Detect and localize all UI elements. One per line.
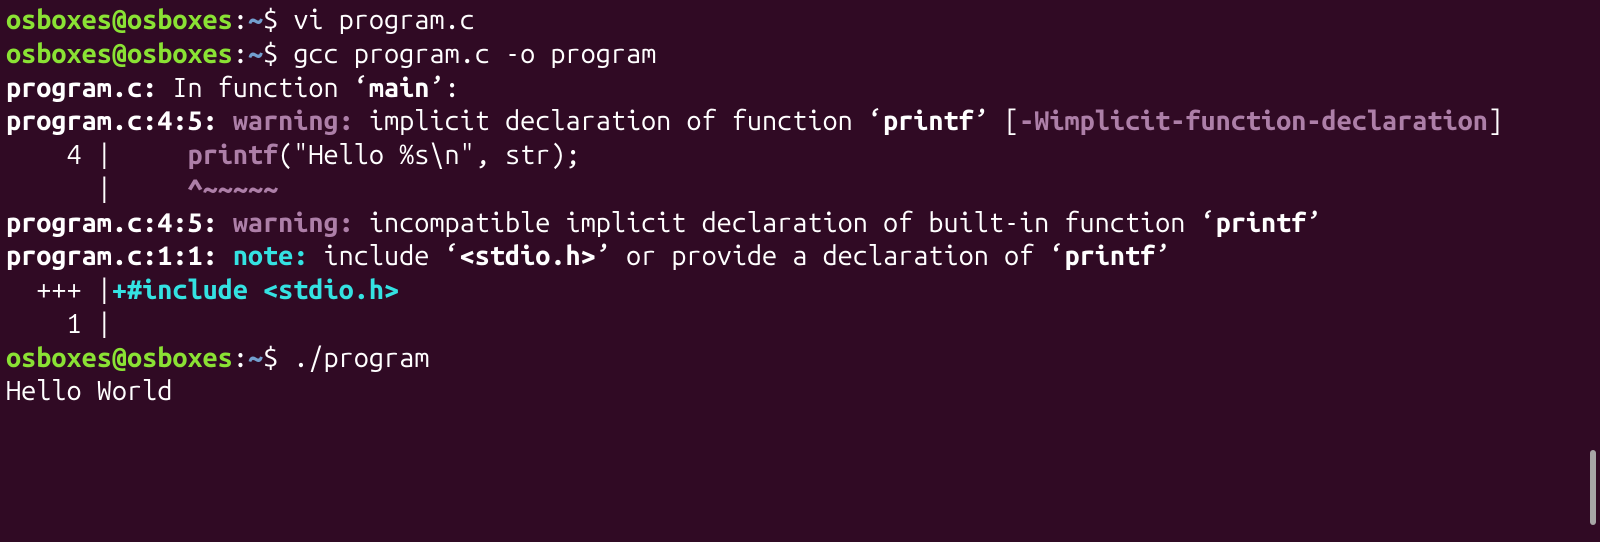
plain-text: include [308,241,444,271]
code-context: 4 | [6,140,187,170]
code-context: 1 | [6,309,112,339]
gcc-output-line: 1 | [6,309,112,339]
space [218,106,233,136]
scrollbar-thumb[interactable] [1590,450,1596,525]
command-text: vi program.c [293,5,474,35]
quote: ‘ [1049,241,1064,271]
gcc-output-line: program.c: In function ‘main’: [6,73,460,103]
terminal-line: osboxes@osboxes:~$ vi program.c [6,5,475,35]
plain-text: ’: [429,73,459,103]
plain-text: incompatible implicit declaration of bui… [354,208,1201,238]
space [218,208,233,238]
plain-text: implicit declaration of function [354,106,868,136]
plain-text: ’ [1155,241,1170,271]
quote: ‘ [445,241,460,271]
file-loc: program.c:4:5: [6,208,218,238]
symbol-name: printf [1216,208,1307,238]
warning-label: warning: [233,208,354,238]
command-text: gcc program.c -o program [293,39,656,69]
space [218,241,233,271]
caret-prefix: | [6,174,187,204]
program-output-line: Hello World [6,376,172,406]
prompt-user-host: osboxes@osboxes [6,5,233,35]
plain-text: ’ [1306,208,1321,238]
gcc-output-line: +++ |+#include <stdio.h> [6,275,399,305]
gcc-output-line: program.c:4:5: warning: incompatible imp… [6,208,1322,238]
scrollbar-track[interactable] [1588,0,1600,542]
gcc-output-line: | ^~~~~~ [6,174,278,204]
header-name: <stdio.h> [460,241,596,271]
diff-plus: + [112,275,127,305]
program-stdout: Hello World [6,376,172,406]
caret-marker: ^~~~~~ [187,174,278,204]
prompt-dollar: $ [263,343,293,373]
terminal-output[interactable]: osboxes@osboxes:~$ vi program.c osboxes@… [6,4,1594,409]
symbol-name: printf [1064,241,1155,271]
warning-label: warning: [233,106,354,136]
prompt-path: ~ [248,5,263,35]
terminal-line: osboxes@osboxes:~$ ./program [6,343,429,373]
include-directive: #include <stdio.h> [127,275,399,305]
file-loc: program.c:4:5: [6,106,218,136]
prompt-path: ~ [248,39,263,69]
file-loc: program.c:1:1: [6,241,218,271]
file-loc: program.c: [6,73,157,103]
prompt-path: ~ [248,343,263,373]
command-text: ./program [293,343,429,373]
terminal-line: osboxes@osboxes:~$ gcc program.c -o prog… [6,39,656,69]
highlighted-symbol: printf [187,140,278,170]
symbol-name: printf [883,106,974,136]
function-name: main [369,73,429,103]
plain-text: ’ [ [974,106,1019,136]
prompt-user-host: osboxes@osboxes [6,343,233,373]
prompt-user-host: osboxes@osboxes [6,39,233,69]
gcc-output-line: program.c:1:1: note: include ‘<stdio.h>’… [6,241,1170,271]
prompt-colon: : [233,39,248,69]
quote: ‘ [868,106,883,136]
diff-prefix: +++ | [6,275,112,305]
plain-text: ’ or provide a declaration of [596,241,1050,271]
prompt-colon: : [233,5,248,35]
code-context: ("Hello %s\n", str); [278,140,580,170]
prompt-dollar: $ [263,39,293,69]
warning-flag: -Wimplicit-function-declaration [1019,106,1488,136]
plain-text: ] [1488,106,1503,136]
quote: ‘ [354,73,369,103]
plain-text: In function [157,73,354,103]
gcc-output-line: 4 | printf("Hello %s\n", str); [6,140,581,170]
prompt-colon: : [233,343,248,373]
note-label: note: [233,241,309,271]
gcc-output-line: program.c:4:5: warning: implicit declara… [6,106,1503,136]
prompt-dollar: $ [263,5,293,35]
quote: ‘ [1201,208,1216,238]
